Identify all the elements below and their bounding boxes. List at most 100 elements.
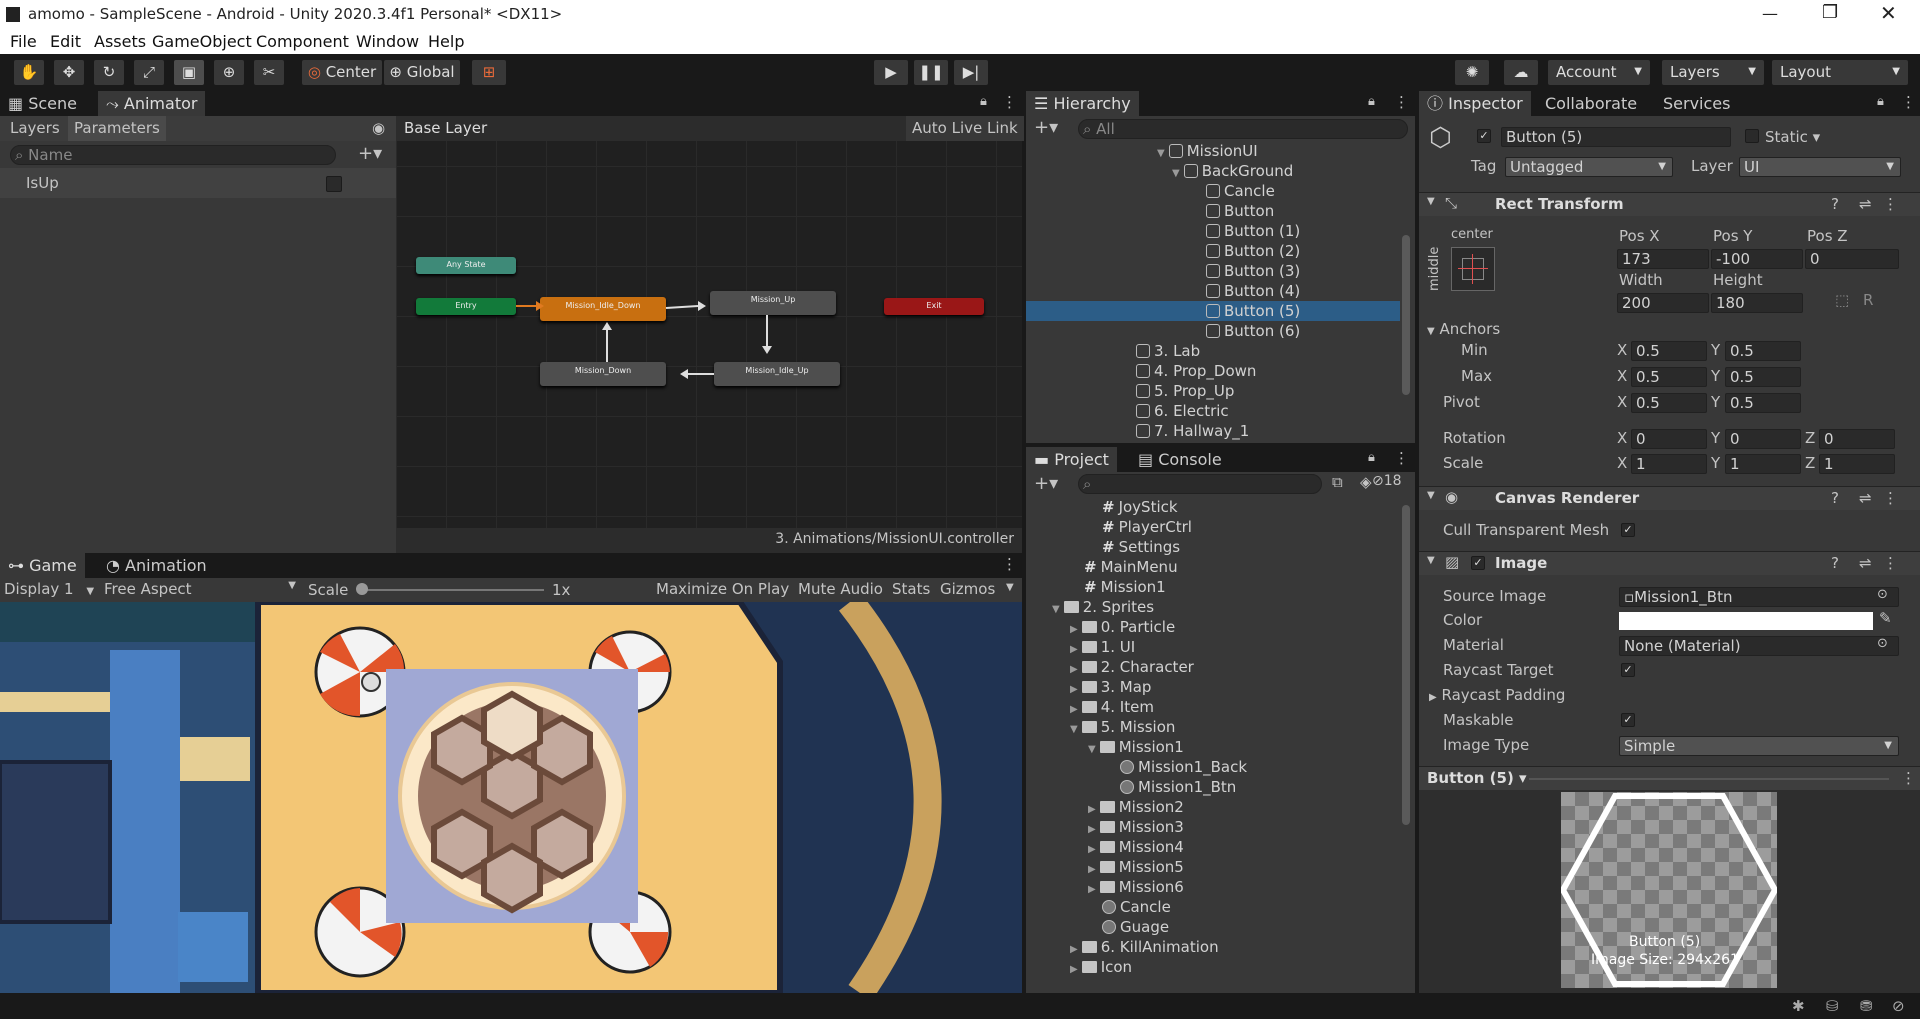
image-header[interactable]: ▼ ▨ ✓ Image ? ⇌ ⋮ xyxy=(1419,551,1920,575)
project-item[interactable]: ▼ 2. Sprites xyxy=(1026,597,1400,617)
expand-arrow-icon[interactable]: ▶ xyxy=(1088,864,1096,875)
hierarchy-item[interactable]: Button xyxy=(1026,201,1400,221)
min-y-input[interactable]: 0.5 xyxy=(1725,341,1801,361)
active-checkbox[interactable]: ✓ xyxy=(1477,129,1491,143)
object-name-input[interactable]: Button (5) xyxy=(1501,127,1731,147)
tab-parameters[interactable]: Parameters xyxy=(68,116,166,141)
menu-assets[interactable]: Assets xyxy=(94,32,146,51)
expand-arrow-icon[interactable]: ▶ xyxy=(1088,844,1096,855)
component-more-icon[interactable]: ⋮ xyxy=(1883,554,1898,572)
play-button[interactable]: ▶ xyxy=(874,60,908,85)
hierarchy-item[interactable]: Button (6) xyxy=(1026,321,1400,341)
static-dropdown[interactable]: Static ▾ xyxy=(1765,128,1820,146)
expand-arrow-icon[interactable]: ▶ xyxy=(1070,944,1078,955)
account-dropdown[interactable]: Account ▼ xyxy=(1548,60,1650,85)
pivot-x-input[interactable]: 0.5 xyxy=(1631,393,1707,413)
pivot-y-input[interactable]: 0.5 xyxy=(1725,393,1801,413)
project-item[interactable]: ▼ 5. Mission xyxy=(1026,717,1400,737)
project-item[interactable]: # MainMenu xyxy=(1026,557,1400,577)
tab-layers[interactable]: Layers xyxy=(10,119,60,137)
expand-arrow-icon[interactable]: ▼ xyxy=(1052,604,1060,615)
preset-icon[interactable]: ⇌ xyxy=(1859,554,1872,572)
static-checkbox[interactable] xyxy=(1745,129,1759,143)
project-more-icon[interactable]: ⋮ xyxy=(1394,449,1409,467)
project-item[interactable]: ▶ 3. Map xyxy=(1026,677,1400,697)
menu-help[interactable]: Help xyxy=(428,32,464,51)
game-more-icon[interactable]: ⋮ xyxy=(1002,555,1017,573)
expand-arrow-icon[interactable]: ▶ xyxy=(1070,644,1078,655)
layer-dropdown[interactable]: UI ▼ xyxy=(1739,157,1901,177)
project-item[interactable]: # JoyStick xyxy=(1026,497,1400,517)
project-item[interactable]: # Mission1 xyxy=(1026,577,1400,597)
expand-arrow-icon[interactable]: ▼ xyxy=(1172,168,1180,179)
scale-z-input[interactable]: 1 xyxy=(1819,454,1895,474)
raycast-target-checkbox[interactable]: ✓ xyxy=(1621,663,1635,677)
filter-label-icon[interactable]: ◈ xyxy=(1360,473,1372,491)
preview-title-dropdown[interactable]: Button (5) ▾ xyxy=(1427,769,1527,787)
project-item[interactable]: ▼ Mission1 xyxy=(1026,737,1400,757)
hierarchy-lock-icon[interactable]: 🔒︎ xyxy=(1368,94,1375,109)
component-more-icon[interactable]: ⋮ xyxy=(1883,195,1898,213)
scale-x-input[interactable]: 1 xyxy=(1631,454,1707,474)
cloud-icon[interactable]: ☁ xyxy=(1504,60,1538,85)
inspector-more-icon[interactable]: ⋮ xyxy=(1901,93,1916,111)
layout-dropdown[interactable]: Layout ▼ xyxy=(1772,60,1908,85)
help-icon[interactable]: ? xyxy=(1831,489,1839,507)
inspector-lock-icon[interactable]: 🔒︎ xyxy=(1877,94,1884,109)
project-item[interactable]: Guage xyxy=(1026,917,1400,937)
hierarchy-item[interactable]: Button (5) xyxy=(1026,301,1400,321)
project-item[interactable]: Cancle xyxy=(1026,897,1400,917)
hierarchy-more-icon[interactable]: ⋮ xyxy=(1394,93,1409,111)
expand-arrow-icon[interactable]: ▼ xyxy=(1157,148,1165,159)
menu-window[interactable]: Window xyxy=(356,32,419,51)
close-icon[interactable]: ✕ xyxy=(1880,1,1897,25)
maximize-on-play-button[interactable]: Maximize On Play xyxy=(656,580,789,598)
help-icon[interactable]: ? xyxy=(1831,554,1839,572)
material-picker-icon[interactable]: ⊙ xyxy=(1877,636,1888,651)
object-picker-icon[interactable]: ⊙ xyxy=(1877,587,1888,602)
project-item[interactable]: Mission1_Back xyxy=(1026,757,1400,777)
project-item[interactable]: ▶ 6. KillAnimation xyxy=(1026,937,1400,957)
anchors-foldout[interactable]: ▼ Anchors xyxy=(1427,320,1500,338)
gizmos-dropdown-icon[interactable]: ▼ xyxy=(1006,582,1014,593)
collab-icon[interactable]: ✺ xyxy=(1455,60,1489,85)
layers-dropdown[interactable]: Layers ▼ xyxy=(1662,60,1764,85)
project-scrollbar[interactable] xyxy=(1402,505,1410,825)
height-input[interactable]: 180 xyxy=(1711,293,1803,313)
menu-gameobject[interactable]: GameObject xyxy=(152,32,252,51)
hierarchy-item[interactable]: Button (3) xyxy=(1026,261,1400,281)
canvas-renderer-header[interactable]: ▼ ◉ Canvas Renderer ? ⇌ ⋮ xyxy=(1419,486,1920,510)
grid-snap-icon[interactable]: ⊞ xyxy=(472,60,506,85)
pivot-global-button[interactable]: ⊕ Global xyxy=(384,60,460,85)
scale-slider[interactable] xyxy=(362,589,544,591)
project-item[interactable]: ▶ 2. Character xyxy=(1026,657,1400,677)
gizmos-button[interactable]: Gizmos xyxy=(940,580,995,598)
project-item[interactable]: Mission1_Btn xyxy=(1026,777,1400,797)
posy-input[interactable]: -100 xyxy=(1711,249,1803,269)
hierarchy-item[interactable]: 7. Hallway_1 xyxy=(1026,421,1400,441)
pivot-center-button[interactable]: ◎ Center xyxy=(302,60,382,85)
project-item[interactable]: ▶ Mission5 xyxy=(1026,857,1400,877)
project-item[interactable]: ▶ 4. Item xyxy=(1026,697,1400,717)
hierarchy-search-input[interactable]: ⌕ All xyxy=(1078,119,1408,139)
expand-arrow-icon[interactable]: ▼ xyxy=(1070,724,1078,735)
tab-hierarchy[interactable]: ☰ Hierarchy xyxy=(1026,91,1139,116)
hand-tool-icon[interactable]: ✋ xyxy=(14,60,44,85)
preview-more-icon[interactable]: ⋮ xyxy=(1901,769,1916,787)
expand-arrow-icon[interactable]: ▶ xyxy=(1070,664,1078,675)
filter-type-icon[interactable]: ⧉ xyxy=(1332,473,1343,491)
posz-input[interactable]: 0 xyxy=(1805,249,1899,269)
image-enabled-checkbox[interactable]: ✓ xyxy=(1471,556,1485,570)
menu-edit[interactable]: Edit xyxy=(50,32,81,51)
hierarchy-item[interactable]: 4. Prop_Down xyxy=(1026,361,1400,381)
tab-collaborate[interactable]: Collaborate xyxy=(1537,91,1645,116)
scale-y-input[interactable]: 1 xyxy=(1725,454,1801,474)
menu-component[interactable]: Component xyxy=(256,32,349,51)
expand-arrow-icon[interactable]: ▶ xyxy=(1070,684,1078,695)
rot-x-input[interactable]: 0 xyxy=(1631,429,1707,449)
rotate-tool-icon[interactable]: ↻ xyxy=(94,60,124,85)
image-type-dropdown[interactable]: Simple ▼ xyxy=(1619,736,1899,756)
project-item[interactable]: # Settings xyxy=(1026,537,1400,557)
min-x-input[interactable]: 0.5 xyxy=(1631,341,1707,361)
expand-arrow-icon[interactable]: ▶ xyxy=(1088,824,1096,835)
